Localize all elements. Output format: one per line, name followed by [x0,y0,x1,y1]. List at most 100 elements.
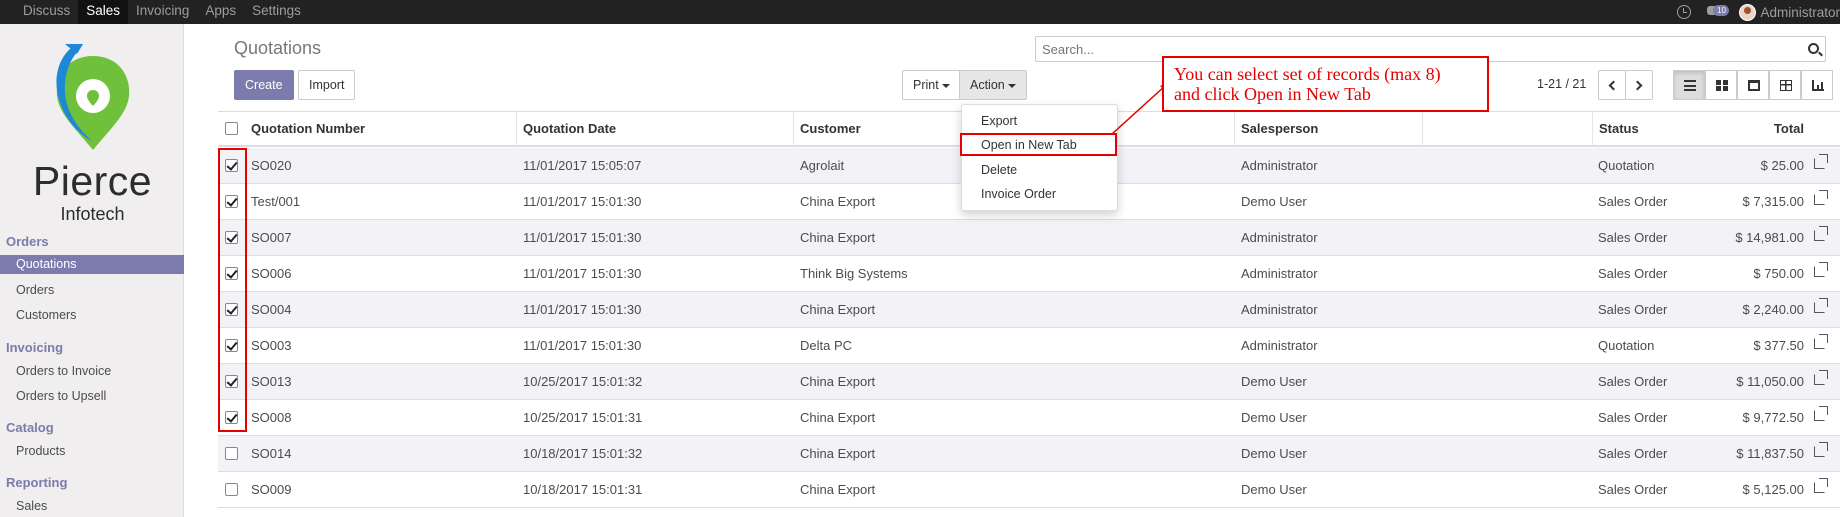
cell-salesperson: Demo User [1241,482,1307,497]
external-link-icon[interactable] [1814,154,1828,169]
cell-customer: China Export [800,302,876,317]
table-row[interactable]: SO006 11/01/2017 15:01:30 Think Big System… [218,256,1840,292]
external-link-icon[interactable] [1814,334,1828,349]
sidebar-item-sales-report[interactable]: Sales [0,497,184,516]
cell-quotation-date: 11/01/2017 15:01:30 [523,194,642,209]
external-link-icon[interactable] [1814,298,1828,313]
cell-status: Sales Order [1598,410,1668,425]
menu-discuss[interactable]: Discuss [15,0,78,24]
app-menu: Discuss Sales Invoicing Apps Settings [15,0,309,24]
column-quotation-date[interactable]: Quotation Date [516,112,616,146]
sidebar-item-orders-to-invoice[interactable]: Orders to Invoice [0,362,184,381]
activity-clock-icon[interactable] [1677,5,1692,19]
sidebar-item-quotations[interactable]: Quotations [0,255,184,274]
menu-settings[interactable]: Settings [244,0,309,24]
cell-status: Sales Order [1598,266,1668,281]
cell-customer: Agrolait [800,158,845,173]
cell-quotation-date: 11/01/2017 15:05:07 [523,158,642,173]
menu-invoicing[interactable]: Invoicing [128,0,197,24]
cell-salesperson: Demo User [1241,374,1307,389]
pager-next-button[interactable] [1625,70,1653,100]
sidebar-item-orders[interactable]: Orders [0,281,184,300]
table-row[interactable]: SO004 11/01/2017 15:01:30 China Export Admi… [218,292,1840,328]
annotation-callout: You can select set of records (max 8) an… [1162,56,1489,112]
section-reporting: Reporting [6,475,68,490]
cell-salesperson: Administrator [1241,230,1318,245]
calendar-view-icon [1748,80,1760,91]
external-link-icon[interactable] [1814,190,1828,205]
menu-item-invoice-order[interactable]: Invoice Order [962,183,1119,205]
cell-salesperson: Administrator [1241,158,1318,173]
external-link-icon[interactable] [1814,370,1828,385]
table-row[interactable]: SO014 10/18/2017 15:01:32 China Export Demo… [218,436,1840,472]
cell-salesperson: Administrator [1241,338,1318,353]
action-button[interactable]: Action [959,70,1027,100]
calendar-view-button[interactable] [1737,70,1769,100]
row-checkbox[interactable] [225,483,238,496]
menu-item-export[interactable]: Export [962,110,1119,132]
select-all-checkbox[interactable] [225,122,238,135]
cell-customer: China Export [800,446,876,461]
column-customer[interactable]: Customer [793,112,861,146]
external-link-icon[interactable] [1814,442,1828,457]
action-dropdown-menu: Export Open in New Tab Delete Invoice Or… [961,104,1118,211]
list-view-button[interactable] [1673,70,1705,100]
cell-customer: China Export [800,194,876,209]
cell-quotation-number: SO003 [251,338,292,353]
cell-status: Sales Order [1598,302,1668,317]
section-invoicing: Invoicing [6,340,64,355]
messaging-icon[interactable]: 10 [1707,4,1730,20]
cell-status: Sales Order [1598,482,1668,497]
cell-quotation-number: SO009 [251,482,292,497]
print-label: Print [913,78,939,92]
menu-apps[interactable]: Apps [197,0,244,24]
cell-salesperson: Demo User [1241,194,1307,209]
cell-quotation-number: SO013 [251,374,292,389]
cell-customer: China Export [800,374,876,389]
pager-previous-button[interactable] [1598,70,1626,100]
cell-quotation-date: 11/01/2017 15:01:30 [523,338,642,353]
annotation-line-2: and click Open in New Tab [1174,84,1371,104]
external-link-icon[interactable] [1814,406,1828,421]
table-row[interactable]: SO008 10/25/2017 15:01:31 China Export Demo… [218,400,1840,436]
import-button[interactable]: Import [298,70,356,100]
external-link-icon[interactable] [1814,262,1828,277]
cell-quotation-date: 11/01/2017 15:01:30 [523,302,642,317]
cell-status: Quotation [1598,338,1655,353]
sidebar: Pierce Infotech Orders Quotations Orders… [0,24,184,517]
cell-status: Sales Order [1598,446,1668,461]
column-quotation-number[interactable]: Quotation Number [245,112,365,146]
table-row[interactable]: SO013 10/25/2017 15:01:32 China Export Demo… [218,364,1840,400]
row-checkbox[interactable] [225,447,238,460]
cell-quotation-date: 11/01/2017 15:01:30 [523,230,642,245]
menu-item-delete[interactable]: Delete [962,159,1119,181]
section-catalog: Catalog [6,420,54,435]
table-row[interactable]: SO007 11/01/2017 15:01:30 China Export Admi… [218,220,1840,256]
sidebar-item-products[interactable]: Products [0,442,184,461]
column-salesperson[interactable]: Salesperson [1234,112,1318,146]
user-name[interactable]: Administrator [1760,5,1840,20]
create-button[interactable]: Create [234,70,294,100]
pager-value[interactable]: 1-21 / 21 [1537,77,1586,91]
table-row[interactable]: SO009 10/18/2017 15:01:31 China Export Demo… [218,472,1840,508]
top-navbar: Discuss Sales Invoicing Apps Settings 10… [0,0,1840,24]
sidebar-item-orders-to-upsell[interactable]: Orders to Upsell [0,387,184,406]
menu-sales[interactable]: Sales [78,0,129,24]
cell-quotation-date: 10/18/2017 15:01:31 [523,482,643,497]
graph-view-button[interactable] [1801,70,1833,100]
search-icon[interactable] [1808,43,1819,54]
kanban-view-button[interactable] [1705,70,1737,100]
external-link-icon[interactable] [1814,226,1828,241]
external-link-icon[interactable] [1814,478,1828,493]
user-avatar[interactable] [1739,3,1757,21]
column-status[interactable]: Status [1592,112,1639,146]
pivot-view-button[interactable] [1769,70,1801,100]
cell-quotation-number: SO007 [251,230,292,245]
table-row[interactable]: SO003 11/01/2017 15:01:30 Delta PC Administ… [218,328,1840,364]
cell-salesperson: Administrator [1241,302,1318,317]
print-button[interactable]: Print [902,70,961,100]
cell-customer: Delta PC [800,338,853,353]
caret-down-icon [1007,83,1016,88]
cell-salesperson: Demo User [1241,446,1307,461]
sidebar-item-customers[interactable]: Customers [0,306,184,325]
